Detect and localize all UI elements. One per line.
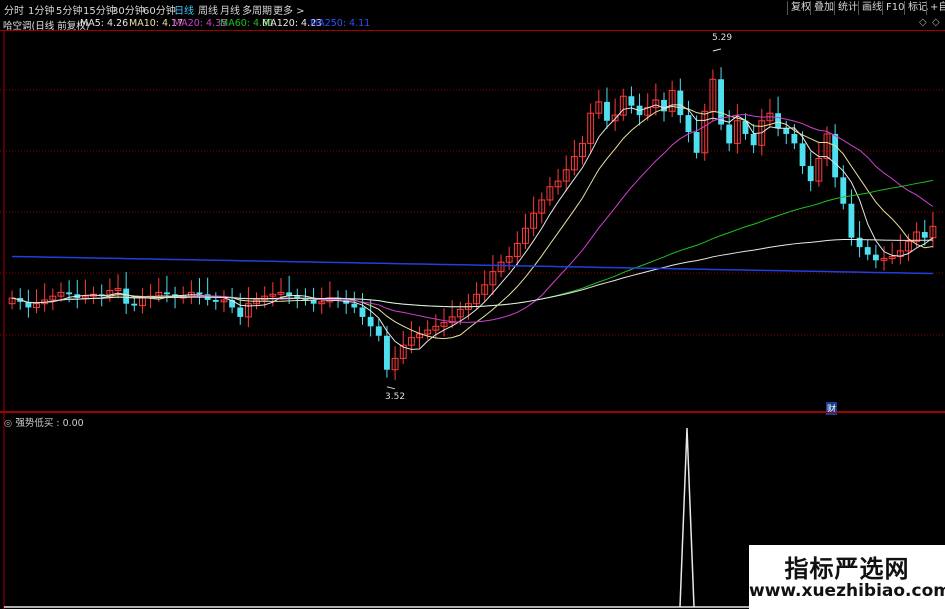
candle-down (693, 132, 700, 153)
indicator-label: ◎ 强势低买 : 0.00 (4, 415, 84, 429)
collapse-diamond-icon[interactable]: ◇ (919, 17, 927, 28)
watermark-title: 指标严选网 (784, 555, 910, 583)
candle-down (726, 124, 733, 144)
settings-diamond-icon[interactable]: ◇ (932, 17, 940, 28)
candle-down (848, 203, 855, 238)
candle-down (775, 113, 782, 129)
candle-down (384, 335, 390, 370)
candle-down (799, 143, 806, 167)
watermark-box: 指标严选网 www.xuezhibiao.com (749, 545, 945, 609)
candle-down (677, 90, 684, 116)
candle-down (791, 133, 798, 144)
statistics-button[interactable]: 统计 (834, 1, 861, 15)
candle-down (131, 303, 138, 306)
low-price-label: 3.52 (385, 392, 406, 402)
candle-down (604, 101, 610, 121)
candle-down (237, 307, 244, 317)
price-chart[interactable] (0, 30, 945, 412)
period-tab-1min[interactable]: 1分钟 (28, 2, 54, 17)
watermark-url: www.xuezhibiao.com (749, 581, 945, 601)
indicator-toggle-icon[interactable]: ◎ (4, 418, 12, 429)
ma-info-bar: 哈空调(日线 前复权) MA5: 4.26 MA10: 4.17 MA20: 4… (0, 17, 945, 32)
ma250-line (12, 255, 933, 275)
candle-down (872, 254, 879, 261)
draw-line-button[interactable]: 画线 (858, 1, 885, 15)
candle-down (375, 326, 382, 336)
ma250-value: MA250: 4.11 (310, 18, 371, 29)
period-tab-multi[interactable]: 多周期 (242, 2, 272, 17)
indicator-name-value: 强势低买 : 0.00 (15, 418, 84, 429)
overlay-button[interactable]: 叠加 (810, 1, 837, 15)
period-tab-15min[interactable]: 15分钟 (83, 2, 116, 17)
candle-down (750, 133, 757, 146)
high-marker-line (712, 48, 722, 52)
candle-down (359, 307, 366, 317)
candle-down (840, 177, 847, 204)
candle-down (921, 232, 928, 238)
candle-down (351, 303, 358, 308)
low-marker-line (386, 386, 396, 390)
candle-down (864, 247, 871, 255)
period-toolbar: 分时 1分钟 5分钟 15分钟 30分钟 60分钟 日线 周线 月线 多周期 更… (0, 0, 945, 17)
period-tab-60min[interactable]: 60分钟 (143, 2, 176, 17)
candle-down (783, 128, 790, 134)
candle-down (212, 299, 219, 302)
candle-down (832, 133, 839, 178)
period-tab-timeshare[interactable]: 分时 (4, 2, 24, 17)
period-tab-weekly[interactable]: 周线 (198, 2, 218, 17)
candle-down (123, 288, 130, 304)
candle-down (685, 115, 692, 133)
candle-down (66, 292, 73, 295)
high-price-label: 5.29 (712, 33, 733, 43)
period-tab-more[interactable]: 更多 > (273, 2, 305, 17)
indicator-signal-spike (679, 427, 695, 608)
candle-down (367, 316, 374, 327)
period-tab-30min[interactable]: 30分钟 (112, 2, 145, 17)
candle-down (628, 96, 635, 106)
period-tab-5min[interactable]: 5分钟 (56, 2, 82, 17)
candle-down (807, 166, 814, 182)
candle-down (742, 120, 749, 134)
period-tab-monthly[interactable]: 月线 (220, 2, 240, 17)
candle-down (196, 292, 203, 295)
custom-button[interactable]: +自 (926, 1, 945, 15)
candle-down (163, 292, 170, 295)
period-tab-daily[interactable]: 日线 (174, 2, 194, 17)
ma5-value: MA5: 4.26 (80, 18, 129, 29)
